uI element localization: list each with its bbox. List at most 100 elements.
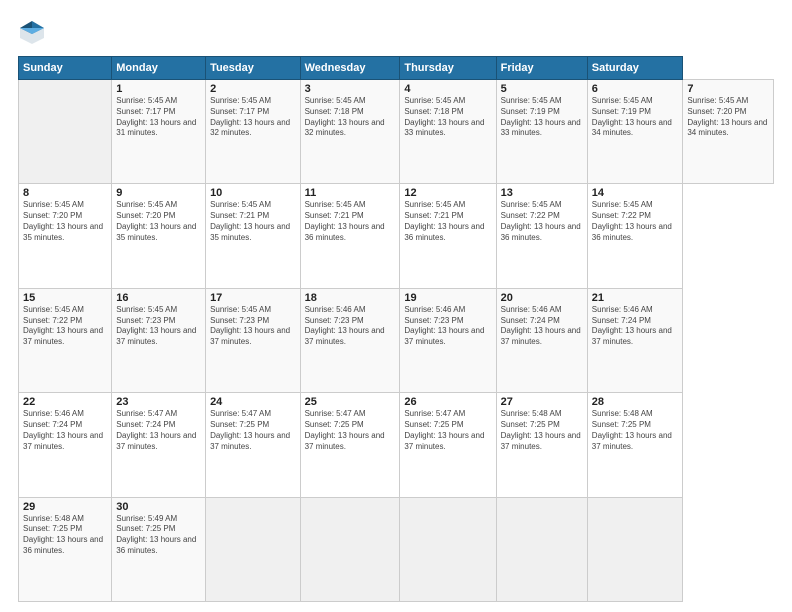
day-info: Sunrise: 5:45 AMSunset: 7:19 PMDaylight:… bbox=[501, 96, 583, 139]
col-header-sunday: Sunday bbox=[19, 57, 112, 80]
day-number: 7 bbox=[687, 83, 769, 95]
day-info: Sunrise: 5:45 AMSunset: 7:18 PMDaylight:… bbox=[404, 96, 491, 139]
day-info: Sunrise: 5:45 AMSunset: 7:22 PMDaylight:… bbox=[592, 200, 679, 243]
day-cell: 27Sunrise: 5:48 AMSunset: 7:25 PMDayligh… bbox=[496, 393, 587, 497]
day-cell: 7Sunrise: 5:45 AMSunset: 7:20 PMDaylight… bbox=[683, 80, 774, 184]
col-header-tuesday: Tuesday bbox=[206, 57, 301, 80]
day-number: 8 bbox=[23, 187, 107, 199]
day-number: 28 bbox=[592, 396, 679, 408]
day-info: Sunrise: 5:46 AMSunset: 7:23 PMDaylight:… bbox=[404, 305, 491, 348]
day-info: Sunrise: 5:48 AMSunset: 7:25 PMDaylight:… bbox=[23, 514, 107, 557]
col-header-saturday: Saturday bbox=[587, 57, 683, 80]
day-number: 12 bbox=[404, 187, 491, 199]
day-info: Sunrise: 5:45 AMSunset: 7:23 PMDaylight:… bbox=[210, 305, 296, 348]
day-info: Sunrise: 5:45 AMSunset: 7:22 PMDaylight:… bbox=[501, 200, 583, 243]
day-info: Sunrise: 5:47 AMSunset: 7:25 PMDaylight:… bbox=[305, 409, 396, 452]
col-header-thursday: Thursday bbox=[400, 57, 496, 80]
day-cell bbox=[19, 80, 112, 184]
day-number: 27 bbox=[501, 396, 583, 408]
day-info: Sunrise: 5:45 AMSunset: 7:19 PMDaylight:… bbox=[592, 96, 679, 139]
day-cell: 29Sunrise: 5:48 AMSunset: 7:25 PMDayligh… bbox=[19, 497, 112, 601]
col-header-wednesday: Wednesday bbox=[300, 57, 400, 80]
day-number: 14 bbox=[592, 187, 679, 199]
day-info: Sunrise: 5:45 AMSunset: 7:17 PMDaylight:… bbox=[210, 96, 296, 139]
day-number: 21 bbox=[592, 292, 679, 304]
week-row-2: 8Sunrise: 5:45 AMSunset: 7:20 PMDaylight… bbox=[19, 184, 774, 288]
day-cell: 15Sunrise: 5:45 AMSunset: 7:22 PMDayligh… bbox=[19, 288, 112, 392]
day-number: 1 bbox=[116, 83, 201, 95]
day-cell bbox=[400, 497, 496, 601]
day-number: 25 bbox=[305, 396, 396, 408]
day-number: 5 bbox=[501, 83, 583, 95]
header bbox=[18, 18, 774, 46]
day-cell: 22Sunrise: 5:46 AMSunset: 7:24 PMDayligh… bbox=[19, 393, 112, 497]
week-row-1: 1Sunrise: 5:45 AMSunset: 7:17 PMDaylight… bbox=[19, 80, 774, 184]
day-number: 2 bbox=[210, 83, 296, 95]
day-cell: 10Sunrise: 5:45 AMSunset: 7:21 PMDayligh… bbox=[206, 184, 301, 288]
day-cell: 28Sunrise: 5:48 AMSunset: 7:25 PMDayligh… bbox=[587, 393, 683, 497]
header-row: SundayMondayTuesdayWednesdayThursdayFrid… bbox=[19, 57, 774, 80]
day-info: Sunrise: 5:46 AMSunset: 7:23 PMDaylight:… bbox=[305, 305, 396, 348]
day-cell: 16Sunrise: 5:45 AMSunset: 7:23 PMDayligh… bbox=[112, 288, 206, 392]
day-cell: 17Sunrise: 5:45 AMSunset: 7:23 PMDayligh… bbox=[206, 288, 301, 392]
day-info: Sunrise: 5:45 AMSunset: 7:18 PMDaylight:… bbox=[305, 96, 396, 139]
day-number: 10 bbox=[210, 187, 296, 199]
day-cell: 4Sunrise: 5:45 AMSunset: 7:18 PMDaylight… bbox=[400, 80, 496, 184]
day-cell bbox=[300, 497, 400, 601]
day-info: Sunrise: 5:47 AMSunset: 7:24 PMDaylight:… bbox=[116, 409, 201, 452]
day-number: 26 bbox=[404, 396, 491, 408]
day-number: 24 bbox=[210, 396, 296, 408]
day-number: 22 bbox=[23, 396, 107, 408]
logo bbox=[18, 18, 50, 46]
day-info: Sunrise: 5:45 AMSunset: 7:21 PMDaylight:… bbox=[305, 200, 396, 243]
day-cell: 2Sunrise: 5:45 AMSunset: 7:17 PMDaylight… bbox=[206, 80, 301, 184]
day-info: Sunrise: 5:45 AMSunset: 7:17 PMDaylight:… bbox=[116, 96, 201, 139]
logo-icon bbox=[18, 18, 46, 46]
day-info: Sunrise: 5:48 AMSunset: 7:25 PMDaylight:… bbox=[592, 409, 679, 452]
day-number: 11 bbox=[305, 187, 396, 199]
col-header-monday: Monday bbox=[112, 57, 206, 80]
day-cell: 21Sunrise: 5:46 AMSunset: 7:24 PMDayligh… bbox=[587, 288, 683, 392]
page: SundayMondayTuesdayWednesdayThursdayFrid… bbox=[0, 0, 792, 612]
calendar-table: SundayMondayTuesdayWednesdayThursdayFrid… bbox=[18, 56, 774, 602]
day-number: 16 bbox=[116, 292, 201, 304]
day-cell: 25Sunrise: 5:47 AMSunset: 7:25 PMDayligh… bbox=[300, 393, 400, 497]
day-cell: 3Sunrise: 5:45 AMSunset: 7:18 PMDaylight… bbox=[300, 80, 400, 184]
day-info: Sunrise: 5:47 AMSunset: 7:25 PMDaylight:… bbox=[404, 409, 491, 452]
day-cell: 13Sunrise: 5:45 AMSunset: 7:22 PMDayligh… bbox=[496, 184, 587, 288]
day-number: 4 bbox=[404, 83, 491, 95]
day-cell: 23Sunrise: 5:47 AMSunset: 7:24 PMDayligh… bbox=[112, 393, 206, 497]
day-cell bbox=[587, 497, 683, 601]
day-number: 23 bbox=[116, 396, 201, 408]
day-info: Sunrise: 5:45 AMSunset: 7:20 PMDaylight:… bbox=[116, 200, 201, 243]
day-cell: 12Sunrise: 5:45 AMSunset: 7:21 PMDayligh… bbox=[400, 184, 496, 288]
day-cell bbox=[206, 497, 301, 601]
day-info: Sunrise: 5:49 AMSunset: 7:25 PMDaylight:… bbox=[116, 514, 201, 557]
day-cell: 5Sunrise: 5:45 AMSunset: 7:19 PMDaylight… bbox=[496, 80, 587, 184]
week-row-5: 29Sunrise: 5:48 AMSunset: 7:25 PMDayligh… bbox=[19, 497, 774, 601]
day-cell: 20Sunrise: 5:46 AMSunset: 7:24 PMDayligh… bbox=[496, 288, 587, 392]
day-number: 19 bbox=[404, 292, 491, 304]
day-cell: 8Sunrise: 5:45 AMSunset: 7:20 PMDaylight… bbox=[19, 184, 112, 288]
day-info: Sunrise: 5:47 AMSunset: 7:25 PMDaylight:… bbox=[210, 409, 296, 452]
day-cell: 24Sunrise: 5:47 AMSunset: 7:25 PMDayligh… bbox=[206, 393, 301, 497]
day-info: Sunrise: 5:45 AMSunset: 7:22 PMDaylight:… bbox=[23, 305, 107, 348]
day-number: 18 bbox=[305, 292, 396, 304]
day-number: 3 bbox=[305, 83, 396, 95]
day-info: Sunrise: 5:48 AMSunset: 7:25 PMDaylight:… bbox=[501, 409, 583, 452]
week-row-3: 15Sunrise: 5:45 AMSunset: 7:22 PMDayligh… bbox=[19, 288, 774, 392]
day-cell: 30Sunrise: 5:49 AMSunset: 7:25 PMDayligh… bbox=[112, 497, 206, 601]
day-number: 29 bbox=[23, 501, 107, 513]
day-info: Sunrise: 5:45 AMSunset: 7:23 PMDaylight:… bbox=[116, 305, 201, 348]
day-cell: 19Sunrise: 5:46 AMSunset: 7:23 PMDayligh… bbox=[400, 288, 496, 392]
day-number: 20 bbox=[501, 292, 583, 304]
day-number: 17 bbox=[210, 292, 296, 304]
day-info: Sunrise: 5:45 AMSunset: 7:20 PMDaylight:… bbox=[23, 200, 107, 243]
day-cell: 1Sunrise: 5:45 AMSunset: 7:17 PMDaylight… bbox=[112, 80, 206, 184]
day-info: Sunrise: 5:45 AMSunset: 7:21 PMDaylight:… bbox=[404, 200, 491, 243]
day-number: 13 bbox=[501, 187, 583, 199]
day-number: 9 bbox=[116, 187, 201, 199]
day-info: Sunrise: 5:46 AMSunset: 7:24 PMDaylight:… bbox=[501, 305, 583, 348]
day-info: Sunrise: 5:46 AMSunset: 7:24 PMDaylight:… bbox=[23, 409, 107, 452]
day-cell: 6Sunrise: 5:45 AMSunset: 7:19 PMDaylight… bbox=[587, 80, 683, 184]
